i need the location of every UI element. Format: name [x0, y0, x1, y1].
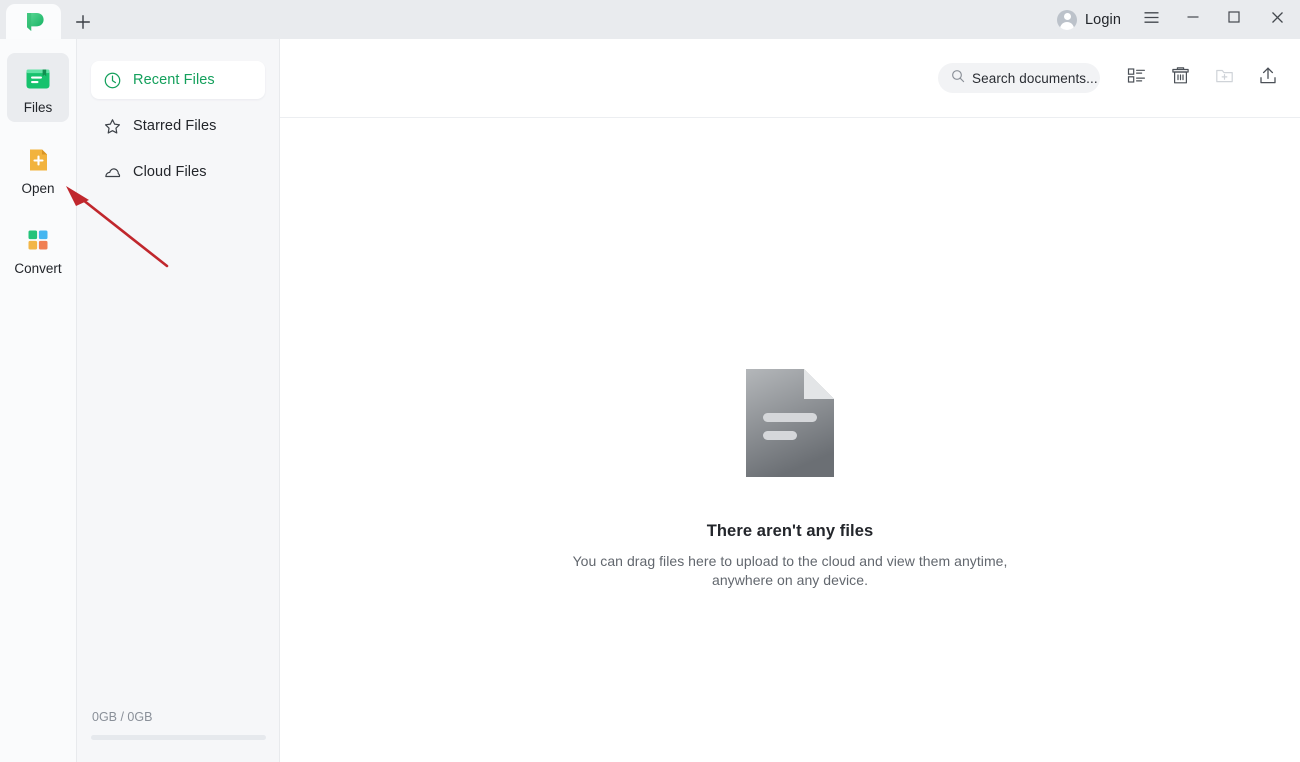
- open-file-plus-icon: [23, 145, 53, 175]
- sidebar-label-starred-files: Starred Files: [133, 118, 217, 134]
- empty-state-description: You can drag files here to upload to the…: [572, 553, 1008, 588]
- convert-squares-icon: [23, 225, 53, 255]
- nav-list: Recent Files Starred Files Cloud Files: [77, 39, 279, 191]
- sidebar-item-cloud-files[interactable]: Cloud Files: [91, 153, 265, 191]
- minimize-icon: [1185, 9, 1201, 30]
- rail-label-convert: Convert: [14, 261, 62, 276]
- new-folder-icon: [1214, 65, 1235, 91]
- sidebar-label-cloud-files: Cloud Files: [133, 164, 207, 180]
- title-bar: Login: [0, 0, 1300, 39]
- rail-item-convert[interactable]: Convert: [7, 214, 69, 283]
- storage-text: 0GB / 0GB: [92, 710, 153, 724]
- storage-progress-bar: [91, 735, 266, 740]
- recycle-bin-button[interactable]: [1164, 62, 1196, 94]
- rail-item-open[interactable]: Open: [7, 134, 69, 203]
- search-icon: [951, 69, 965, 88]
- login-button[interactable]: Login: [1049, 0, 1131, 39]
- rail-item-files[interactable]: Files: [7, 53, 69, 122]
- storage-indicator: 0GB / 0GB: [77, 710, 280, 762]
- sidebar-item-recent-files[interactable]: Recent Files: [91, 61, 265, 99]
- upload-icon: [1257, 65, 1279, 92]
- sidebar-label-recent-files: Recent Files: [133, 72, 215, 88]
- maximize-icon: [1226, 9, 1242, 30]
- plus-icon: [74, 13, 92, 31]
- tab-strip: [0, 0, 101, 39]
- view-mode-button[interactable]: [1120, 62, 1152, 94]
- hamburger-menu-icon: [1143, 9, 1160, 31]
- nav-sidebar: Recent Files Starred Files Cloud Files 0…: [77, 39, 280, 762]
- app-tab[interactable]: [6, 4, 61, 39]
- user-avatar-icon: [1057, 9, 1078, 30]
- upload-button[interactable]: [1252, 62, 1284, 94]
- search-placeholder: Search documents...: [972, 70, 1098, 86]
- trash-icon: [1170, 65, 1191, 91]
- list-view-icon: [1126, 65, 1147, 91]
- star-icon: [103, 117, 122, 136]
- empty-state-title: There aren't any files: [706, 522, 874, 540]
- content-toolbar: Search documents...: [280, 39, 1300, 118]
- files-document-icon: [23, 64, 53, 94]
- main-content: Search documents... There aren't any fil…: [280, 39, 1300, 762]
- login-label: Login: [1085, 11, 1121, 28]
- close-icon: [1269, 9, 1286, 31]
- new-folder-button[interactable]: [1208, 62, 1240, 94]
- rail-label-files: Files: [23, 100, 53, 115]
- cloud-icon: [103, 163, 122, 182]
- minimize-button[interactable]: [1172, 0, 1213, 39]
- clock-icon: [103, 71, 122, 90]
- close-button[interactable]: [1254, 0, 1300, 39]
- empty-document-icon: [746, 369, 834, 477]
- rail-label-open: Open: [21, 180, 55, 196]
- maximize-button[interactable]: [1213, 0, 1254, 39]
- sidebar-item-starred-files[interactable]: Starred Files: [91, 107, 265, 145]
- app-logo-p-icon: [21, 9, 47, 35]
- empty-state: There aren't any files You can drag file…: [280, 369, 1300, 590]
- menu-button[interactable]: [1131, 0, 1172, 39]
- left-rail: Files Open Convert: [0, 39, 77, 762]
- search-input[interactable]: Search documents...: [938, 63, 1100, 93]
- window-controls: Login: [1049, 0, 1300, 39]
- new-tab-button[interactable]: [65, 4, 101, 39]
